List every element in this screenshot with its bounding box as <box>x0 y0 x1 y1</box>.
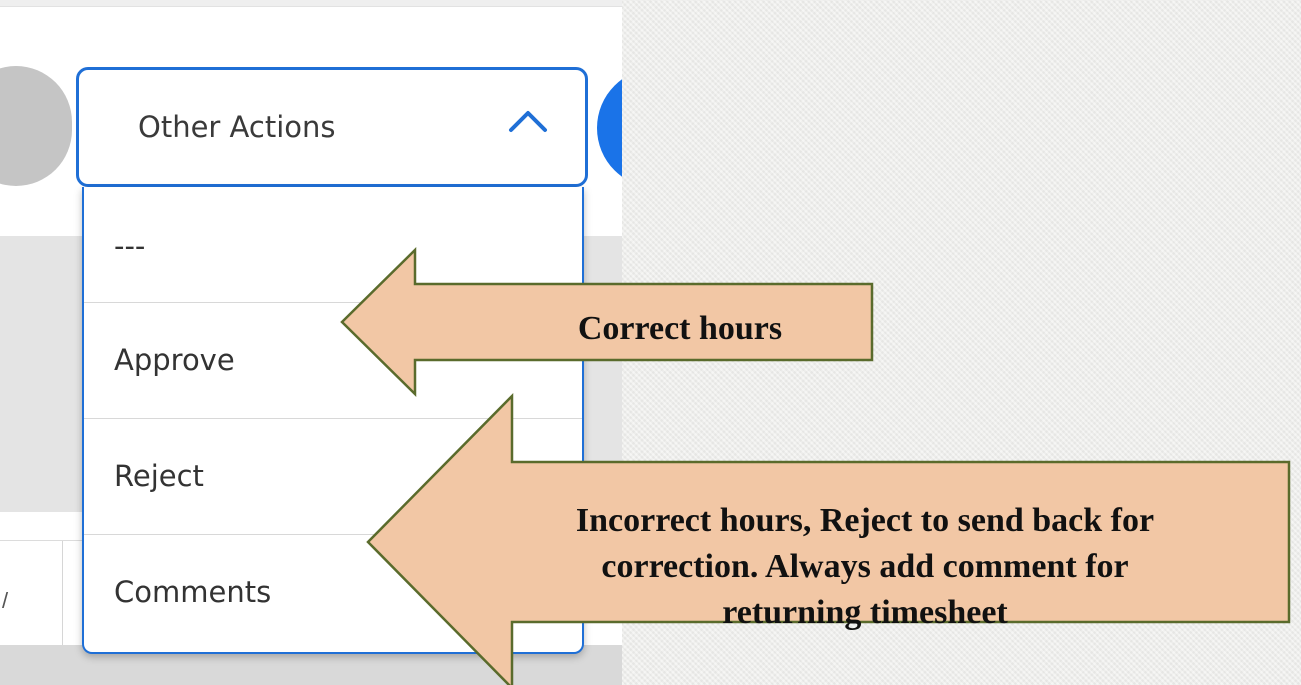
other-actions-dropdown[interactable]: Other Actions <box>76 67 588 187</box>
menu-item-approve[interactable]: Approve <box>84 303 582 419</box>
reject-callout-line: Incorrect hours, Reject to send back for <box>575 502 1155 539</box>
reject-callout-line: correction. Always add comment for <box>601 548 1129 585</box>
menu-item-label: Reject <box>114 459 204 493</box>
reject-callout-text: Incorrect hours, Reject to send back for… <box>455 498 1275 636</box>
column-divider <box>62 541 63 645</box>
dropdown-selected-label: Other Actions <box>138 110 336 144</box>
chevron-up-icon <box>509 111 547 132</box>
approve-callout-text: Correct hours <box>577 310 783 347</box>
menu-item-none[interactable]: --- <box>84 187 582 303</box>
primary-action-button[interactable] <box>597 68 622 188</box>
menu-item-label: Comments <box>114 575 272 609</box>
menu-item-label: Approve <box>114 343 235 377</box>
top-divider <box>0 0 622 7</box>
previous-action-button[interactable] <box>0 66 72 186</box>
menu-item-label: --- <box>114 229 146 263</box>
cell-fragment: / <box>2 588 9 613</box>
reject-callout-line: returning timesheet <box>722 594 1008 631</box>
